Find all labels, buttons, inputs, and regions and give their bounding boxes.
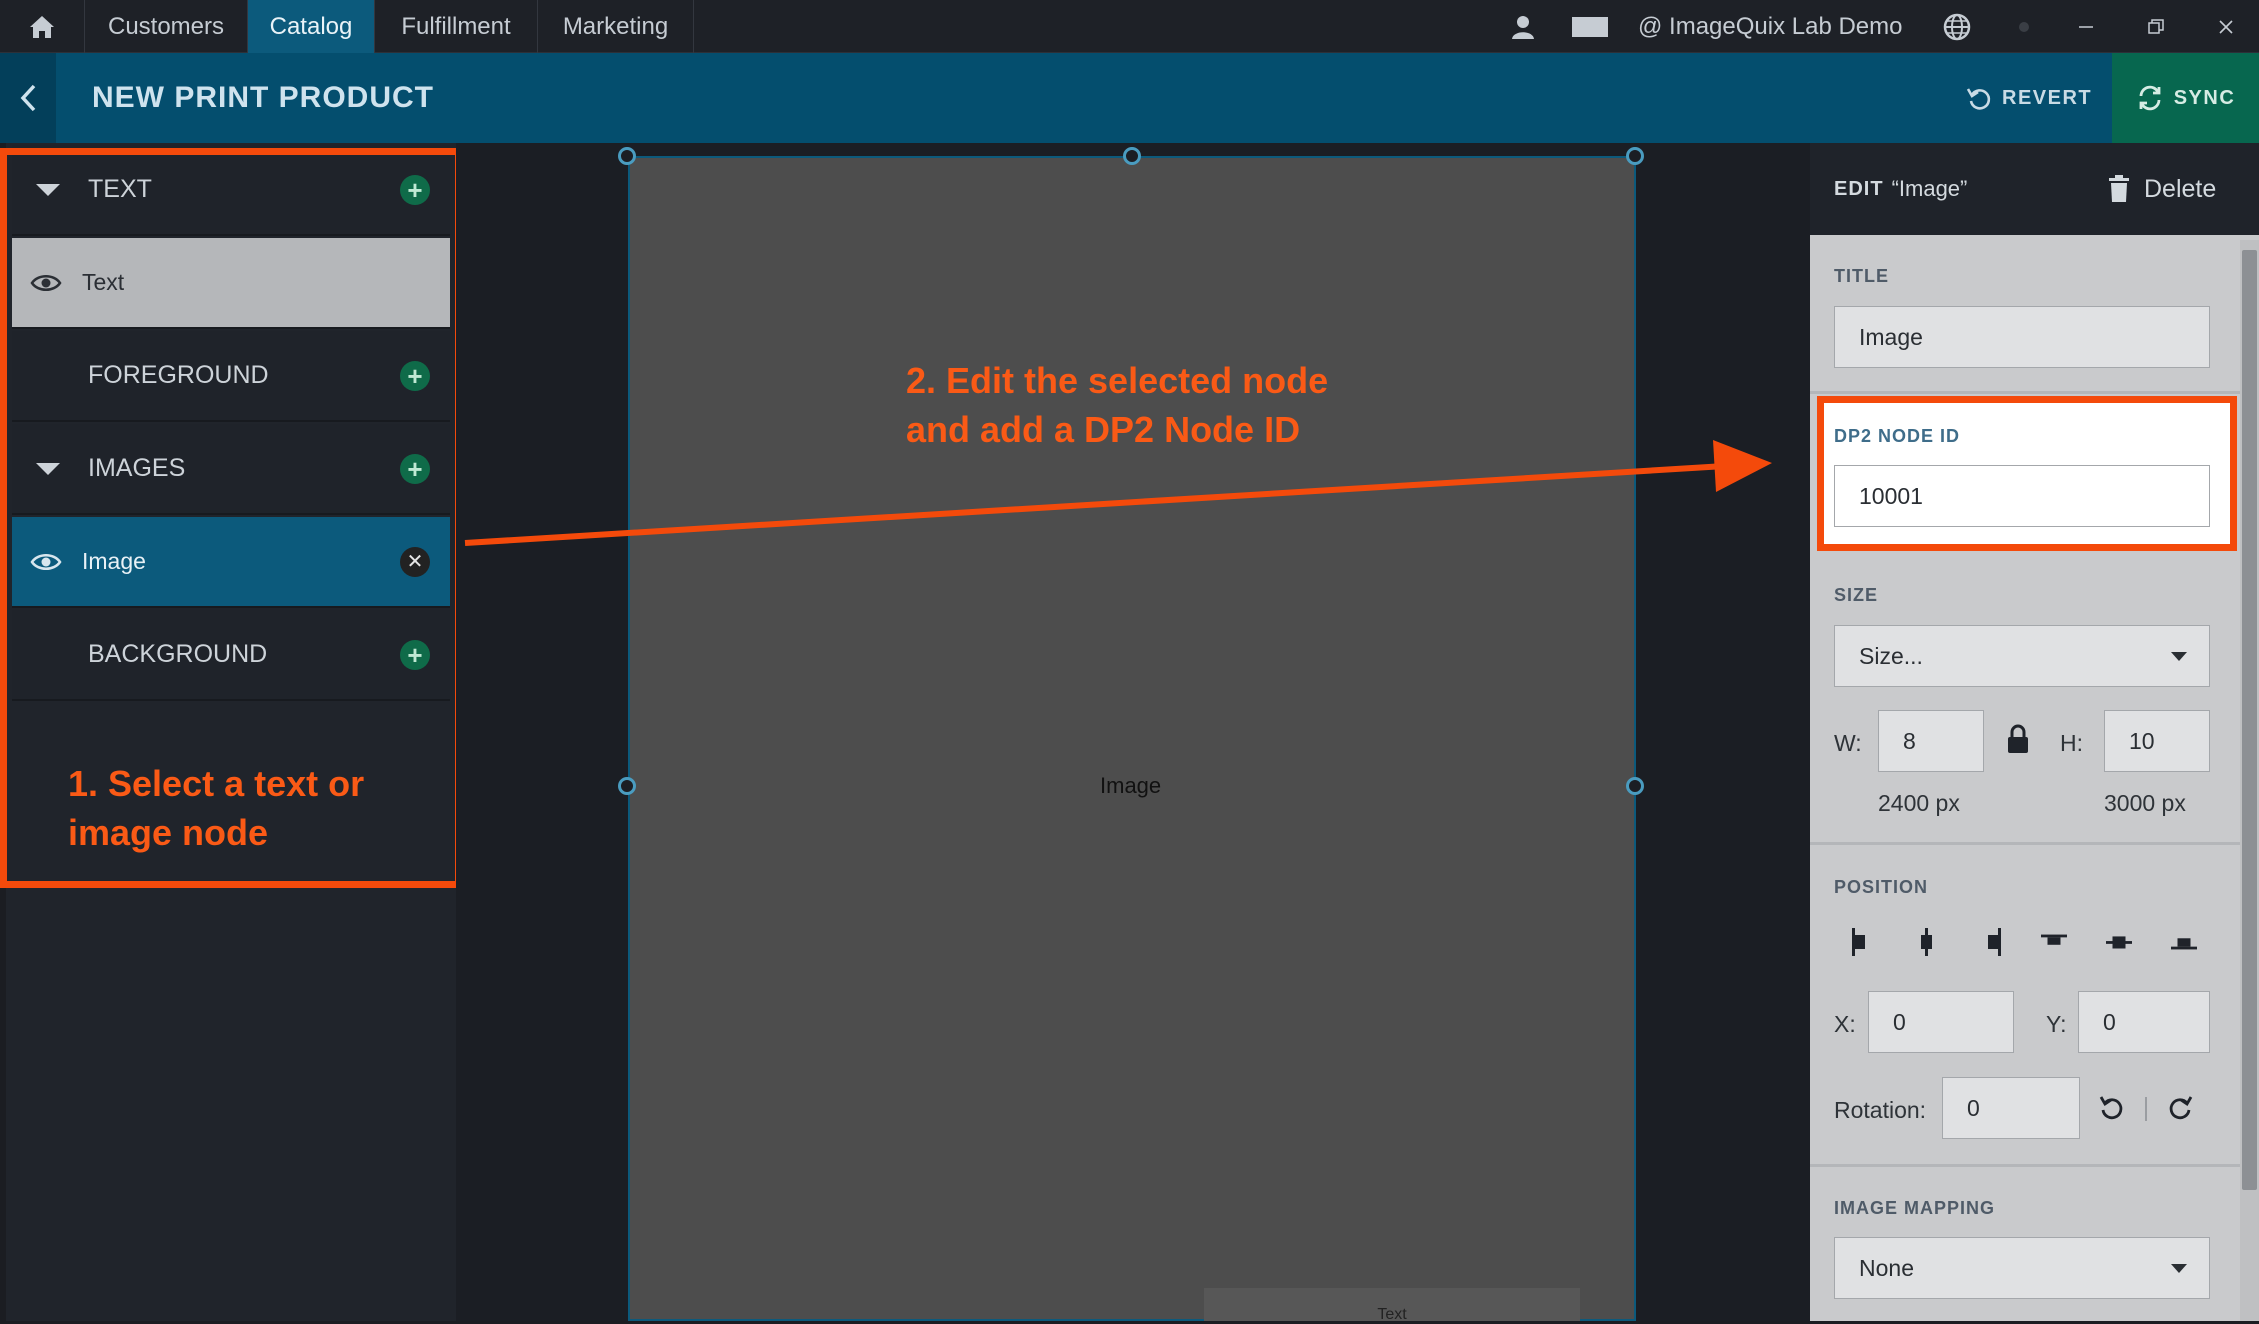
- width-label: W:: [1834, 730, 1862, 756]
- chevron-down-icon: [2171, 1264, 2187, 1273]
- callout-box-right: [1817, 396, 2237, 551]
- size-select-value: Size...: [1859, 642, 1923, 669]
- rotation-label: Rotation:: [1834, 1097, 1927, 1123]
- x-label: X:: [1834, 1011, 1856, 1037]
- image-mapping-select[interactable]: None: [1834, 1237, 2210, 1299]
- align-center-h-icon[interactable]: [1913, 928, 1939, 956]
- align-right-icon[interactable]: [1978, 928, 2004, 956]
- position-label: POSITION: [1834, 877, 1929, 897]
- title-label: TITLE: [1834, 266, 1889, 286]
- rotation-input[interactable]: 0: [1942, 1077, 2080, 1139]
- y-label: Y:: [2046, 1011, 2067, 1037]
- width-input[interactable]: 8: [1878, 710, 1984, 772]
- edit-target: “Image”: [1891, 176, 1968, 201]
- divider: [1810, 391, 2240, 394]
- width-px: 2400 px: [1878, 790, 1960, 816]
- align-bottom-icon[interactable]: [2171, 928, 2197, 956]
- size-label: SIZE: [1834, 585, 1879, 605]
- image-mapping-value: None: [1859, 1254, 1914, 1281]
- divider: [1810, 842, 2240, 845]
- height-input[interactable]: 10: [2104, 710, 2210, 772]
- align-left-icon[interactable]: [1849, 928, 1875, 956]
- trash-icon: [2109, 175, 2129, 202]
- rotate-right-icon[interactable]: [2166, 1094, 2194, 1127]
- scrollbar-thumb[interactable]: [2242, 250, 2257, 1190]
- edit-panel-title: EDIT “Image”: [1834, 143, 1967, 235]
- rotate-left-icon[interactable]: [2098, 1094, 2126, 1127]
- y-input[interactable]: 0: [2078, 991, 2210, 1053]
- edit-keyword: EDIT: [1834, 177, 1884, 200]
- delete-label: Delete: [2144, 174, 2217, 203]
- chevron-down-icon: [2171, 652, 2187, 661]
- divider: [2145, 1097, 2147, 1121]
- divider: [1810, 1164, 2240, 1167]
- delete-button[interactable]: Delete: [2108, 143, 2216, 235]
- height-px: 3000 px: [2104, 790, 2186, 816]
- align-top-icon[interactable]: [2041, 928, 2067, 956]
- x-input[interactable]: 0: [1868, 991, 2014, 1053]
- height-label: H:: [2060, 730, 2083, 756]
- title-input[interactable]: Image: [1834, 306, 2210, 368]
- image-mapping-label: IMAGE MAPPING: [1834, 1198, 1996, 1218]
- lock-icon[interactable]: [2006, 724, 2030, 759]
- align-middle-v-icon[interactable]: [2106, 928, 2132, 956]
- size-select[interactable]: Size...: [1834, 625, 2210, 687]
